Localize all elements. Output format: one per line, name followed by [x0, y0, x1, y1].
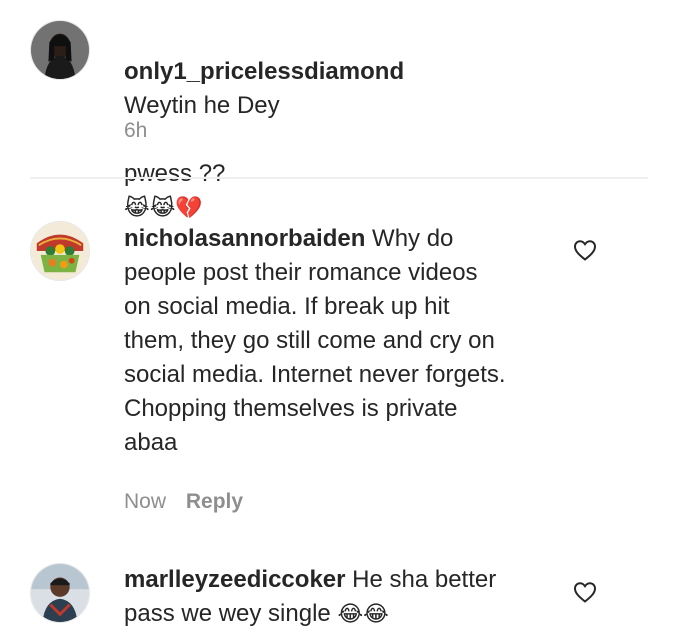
comment-username[interactable]: nicholasannorbaiden — [124, 225, 365, 252]
heart-outline-icon[interactable] — [573, 581, 597, 603]
comment-text: marlleyzeediccoker He sha better pass we… — [124, 563, 496, 632]
comment-emojis: 😂😂 — [337, 602, 389, 627]
comment-timestamp: Now — [124, 490, 167, 513]
heart-outline-icon[interactable] — [573, 239, 597, 261]
avatar[interactable] — [30, 20, 90, 80]
comment-timestamp: 6h — [124, 119, 148, 142]
avatar[interactable] — [30, 221, 90, 281]
comment-text: only1_pricelessdiamond Weytin he Dey pwe… — [124, 21, 404, 226]
comment-body: Why do people post their romance videos … — [124, 225, 506, 456]
reply-button[interactable]: Reply — [186, 490, 243, 513]
comment-body-line1: Weytin he Dey — [124, 92, 280, 119]
comment-username[interactable]: only1_pricelessdiamond — [124, 58, 404, 85]
avatar[interactable] — [30, 563, 90, 623]
divider — [30, 177, 648, 179]
comment-meta: Now Reply — [124, 490, 243, 514]
comment-meta: 6h — [124, 119, 147, 143]
comment-emojis: 😹😹💔 — [124, 196, 203, 221]
comment-text: nicholasannorbaiden Why do people post t… — [124, 222, 506, 460]
comment-body-line2: pwess ?? — [124, 160, 226, 187]
comment-username[interactable]: marlleyzeediccoker — [124, 566, 345, 593]
